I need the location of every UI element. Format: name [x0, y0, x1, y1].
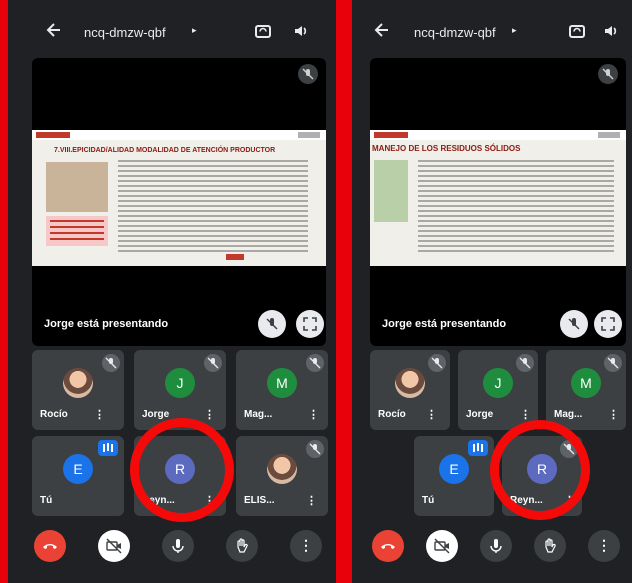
participant-name: Tú: [40, 495, 53, 506]
avatar: M: [267, 368, 297, 398]
more-vert-icon: ⋮: [299, 537, 313, 553]
participant-name: Mag...: [244, 409, 273, 420]
avatar: E: [63, 454, 93, 484]
participant-tile-rocio[interactable]: Rocío ⋮: [32, 350, 124, 430]
slide-header: [32, 130, 326, 140]
camera-off-button[interactable]: [98, 530, 130, 562]
avatar: J: [483, 368, 513, 398]
participant-name: Rocío: [40, 409, 68, 420]
participant-name: Tú: [422, 495, 435, 506]
slide-title: MANEJO DE LOS RESIDUOS SÓLIDOS: [372, 144, 521, 153]
slide-photo: [46, 162, 108, 212]
more-vert-icon[interactable]: ⋮: [204, 408, 215, 421]
participant-tile-self[interactable]: E Tú: [414, 436, 494, 516]
participant-name: Mag...: [554, 409, 583, 420]
red-divider-right: [344, 0, 352, 583]
shared-slide: 7.VIII.EPICIDAD/ALIDAD MODALIDAD DE ATEN…: [32, 130, 326, 266]
meeting-code[interactable]: ncq-dmzw-qbf: [414, 25, 496, 40]
more-vert-icon[interactable]: ⋮: [426, 408, 437, 421]
highlight-circle: [490, 420, 590, 520]
more-options-button[interactable]: ⋮: [290, 530, 322, 562]
presenting-label: Jorge está presentando: [44, 318, 169, 330]
red-divider-left: [0, 0, 8, 583]
participant-tile-mag[interactable]: M Mag... ⋮: [236, 350, 328, 430]
pin-off-button[interactable]: [258, 310, 286, 338]
participant-name: Jorge: [142, 409, 170, 420]
slide-text-body: [118, 160, 308, 255]
more-options-button[interactable]: ⋮: [588, 530, 620, 562]
raise-hand-button[interactable]: [534, 530, 566, 562]
back-arrow-icon[interactable]: [372, 20, 392, 46]
speaker-icon[interactable]: [602, 22, 620, 40]
more-vert-icon[interactable]: ⋮: [608, 408, 619, 421]
fullscreen-button[interactable]: [594, 310, 622, 338]
meeting-code[interactable]: ncq-dmzw-qbf: [84, 25, 166, 40]
red-divider-middle: [336, 0, 344, 583]
slide-callout: [46, 216, 108, 246]
speaking-indicator-icon: [98, 440, 118, 456]
more-vert-icon: ⋮: [597, 537, 611, 553]
microphone-button[interactable]: [480, 530, 512, 562]
mic-off-icon: [604, 354, 622, 372]
top-bar: ncq-dmzw-qbf ▸: [8, 18, 336, 50]
participant-tile-jorge[interactable]: J Jorge ⋮: [458, 350, 538, 430]
presentation-stage[interactable]: 7.VIII.EPICIDAD/ALIDAD MODALIDAD DE ATEN…: [32, 58, 326, 346]
shared-slide: MANEJO DE LOS RESIDUOS SÓLIDOS: [370, 130, 626, 266]
avatar: M: [571, 368, 601, 398]
speaking-indicator-icon: [468, 440, 488, 456]
avatar-photo: [63, 368, 93, 398]
microphone-button[interactable]: [162, 530, 194, 562]
meet-screen-right: ncq-dmzw-qbf ▸ MANEJO DE LOS RESIDUOS SÓ…: [352, 0, 632, 583]
participant-tile-self[interactable]: E Tú: [32, 436, 124, 516]
slide-header: [370, 130, 626, 140]
slide-page-tag: [226, 254, 244, 260]
pin-off-button[interactable]: [560, 310, 588, 338]
participant-tile-mag[interactable]: M Mag... ⋮: [546, 350, 626, 430]
camera-off-button[interactable]: [426, 530, 458, 562]
participant-tile-rocio[interactable]: Rocío ⋮: [370, 350, 450, 430]
participant-name: Jorge: [466, 409, 494, 420]
camera-switch-icon[interactable]: [568, 22, 586, 40]
top-bar: ncq-dmzw-qbf ▸: [352, 18, 632, 50]
mic-off-icon: [204, 354, 222, 372]
avatar: E: [439, 454, 469, 484]
mic-off-icon: [306, 440, 324, 458]
caret-down-icon[interactable]: ▸: [192, 25, 197, 36]
mic-off-icon: [102, 354, 120, 372]
more-vert-icon[interactable]: ⋮: [94, 408, 105, 421]
avatar: J: [165, 368, 195, 398]
mic-off-icon: [516, 354, 534, 372]
avatar-photo: [395, 368, 425, 398]
back-arrow-icon[interactable]: [44, 20, 64, 46]
slide-title: 7.VIII.EPICIDAD/ALIDAD MODALIDAD DE ATEN…: [54, 147, 276, 154]
end-call-button[interactable]: [34, 530, 66, 562]
slide-text-body: [418, 160, 614, 255]
meet-screen-left: ncq-dmzw-qbf ▸ 7.VIII.EPICIDAD/ALIDAD MO…: [8, 0, 336, 583]
avatar-photo: [267, 454, 297, 484]
slide-photo: [374, 160, 408, 222]
participant-name: Rocío: [378, 409, 406, 420]
presenting-label: Jorge está presentando: [382, 318, 507, 330]
mic-off-icon: [428, 354, 446, 372]
participant-tile-elis[interactable]: ELIS... ⋮: [236, 436, 328, 516]
more-vert-icon[interactable]: ⋮: [308, 408, 319, 421]
mic-off-icon: [598, 64, 618, 84]
fullscreen-button[interactable]: [296, 310, 324, 338]
presentation-stage[interactable]: MANEJO DE LOS RESIDUOS SÓLIDOS Jorge est…: [370, 58, 626, 346]
highlight-circle: [130, 418, 234, 522]
more-vert-icon[interactable]: ⋮: [520, 408, 531, 421]
end-call-button[interactable]: [372, 530, 404, 562]
camera-switch-icon[interactable]: [254, 22, 272, 40]
participant-name: ELIS...: [244, 495, 275, 506]
more-vert-icon[interactable]: ⋮: [306, 494, 317, 507]
mic-off-icon: [298, 64, 318, 84]
raise-hand-button[interactable]: [226, 530, 258, 562]
speaker-icon[interactable]: [292, 22, 310, 40]
caret-down-icon[interactable]: ▸: [512, 25, 517, 36]
mic-off-icon: [306, 354, 324, 372]
